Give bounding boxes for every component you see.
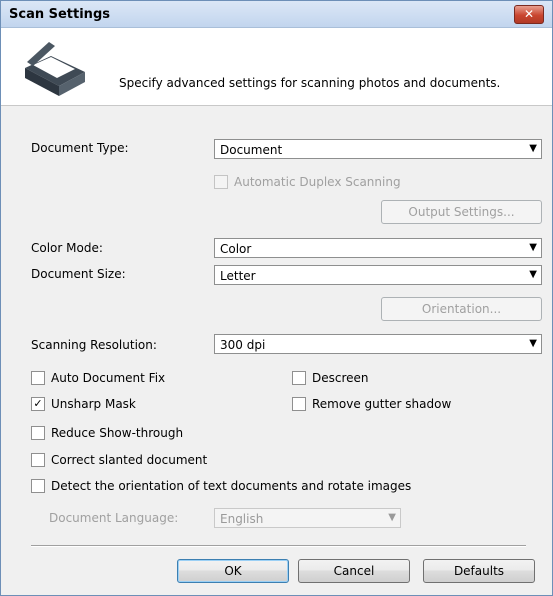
title-bar: Scan Settings ✕ — [1, 1, 552, 28]
chevron-down-icon: ▼ — [388, 512, 396, 523]
document-type-value: Document — [220, 143, 283, 157]
scanner-icon — [25, 42, 85, 96]
document-language-value: English — [220, 512, 264, 526]
color-mode-value: Color — [220, 242, 252, 256]
orientation-button[interactable]: Orientation... — [381, 297, 542, 321]
window-title: Scan Settings — [9, 7, 110, 22]
document-size-label: Document Size: — [31, 267, 126, 281]
chevron-down-icon: ▼ — [529, 242, 537, 253]
close-button[interactable]: ✕ — [514, 5, 544, 24]
dialog-header: Specify advanced settings for scanning p… — [1, 28, 552, 106]
scan-settings-dialog: Scan Settings ✕ Specify advanced setting… — [0, 0, 553, 596]
descreen-label: Descreen — [312, 371, 369, 385]
chevron-down-icon: ▼ — [529, 338, 537, 349]
color-mode-label: Color Mode: — [31, 241, 103, 255]
document-language-select[interactable]: English ▼ — [214, 508, 401, 528]
document-size-select[interactable]: Letter ▼ — [214, 265, 542, 285]
detect-orientation-label: Detect the orientation of text documents… — [51, 479, 412, 493]
check-mark-icon: ✓ — [31, 396, 45, 411]
color-mode-select[interactable]: Color ▼ — [214, 238, 542, 258]
defaults-button[interactable]: Defaults — [423, 559, 535, 583]
remove-gutter-shadow-label: Remove gutter shadow — [312, 397, 452, 411]
unsharp-mask-checkbox[interactable]: ✓ Unsharp Mask — [31, 396, 136, 412]
unsharp-mask-label: Unsharp Mask — [51, 397, 136, 411]
footer-separator — [31, 545, 526, 547]
resolution-select[interactable]: 300 dpi ▼ — [214, 334, 542, 354]
duplex-checkbox[interactable]: Automatic Duplex Scanning — [214, 174, 401, 190]
auto-document-fix-checkbox[interactable]: Auto Document Fix — [31, 370, 166, 386]
chevron-down-icon: ▼ — [529, 143, 537, 154]
resolution-value: 300 dpi — [220, 338, 266, 352]
checkbox-box — [292, 370, 306, 385]
checkbox-box — [214, 174, 228, 189]
remove-gutter-shadow-checkbox[interactable]: Remove gutter shadow — [292, 396, 452, 412]
checkbox-box — [31, 452, 45, 467]
document-type-select[interactable]: Document ▼ — [214, 139, 542, 159]
checkbox-box — [292, 396, 306, 411]
document-size-value: Letter — [220, 269, 256, 283]
reduce-show-through-checkbox[interactable]: Reduce Show-through — [31, 425, 184, 441]
reduce-show-through-label: Reduce Show-through — [51, 426, 184, 440]
resolution-label: Scanning Resolution: — [31, 338, 157, 352]
auto-document-fix-label: Auto Document Fix — [51, 371, 166, 385]
correct-slanted-checkbox[interactable]: Correct slanted document — [31, 452, 208, 468]
output-settings-button[interactable]: Output Settings... — [381, 200, 542, 224]
duplex-label: Automatic Duplex Scanning — [234, 175, 401, 189]
cancel-button[interactable]: Cancel — [298, 559, 410, 583]
descreen-checkbox[interactable]: Descreen — [292, 370, 369, 386]
ok-button[interactable]: OK — [177, 559, 289, 583]
checkbox-box — [31, 478, 45, 493]
header-description: Specify advanced settings for scanning p… — [119, 76, 501, 90]
detect-orientation-checkbox[interactable]: Detect the orientation of text documents… — [31, 478, 412, 494]
checkbox-box — [31, 425, 45, 440]
document-type-label: Document Type: — [31, 141, 129, 155]
checkbox-box — [31, 370, 45, 385]
chevron-down-icon: ▼ — [529, 269, 537, 280]
correct-slanted-label: Correct slanted document — [51, 453, 208, 467]
document-language-label: Document Language: — [49, 511, 179, 525]
